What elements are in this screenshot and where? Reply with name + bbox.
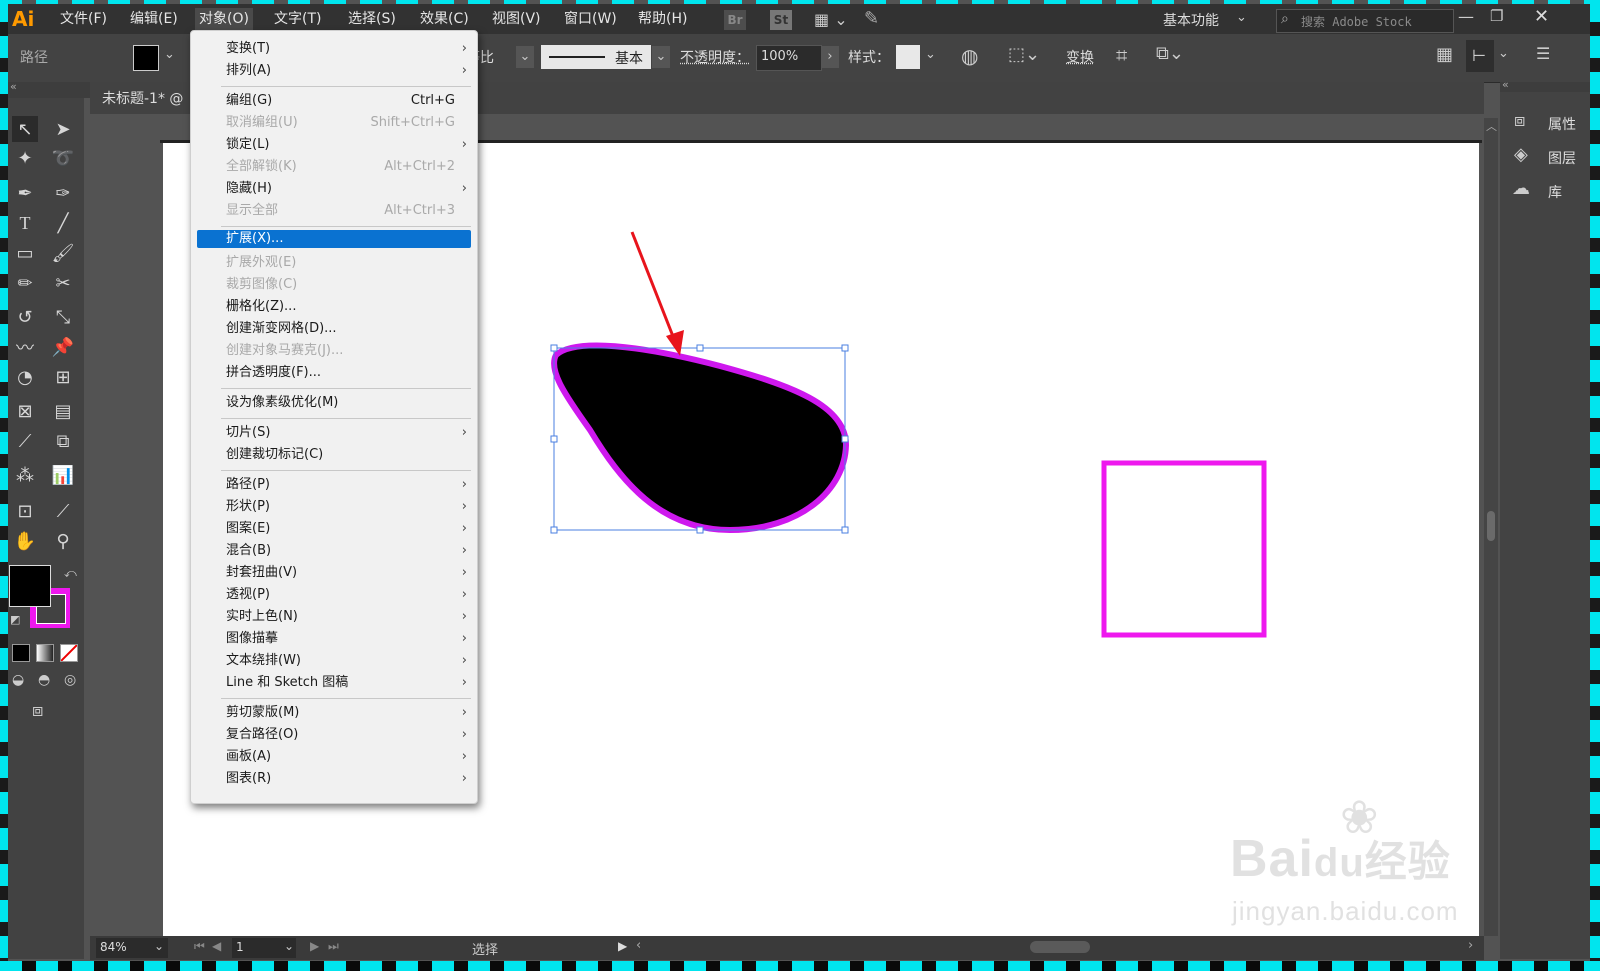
menu-item-text-wrap[interactable]: 文本绕排(W) › (191, 650, 477, 672)
libraries-icon: ☁ (1512, 178, 1530, 199)
menu-item-live-paint[interactable]: 实时上色(N) › (191, 606, 477, 628)
watermark-brand: Bai (1230, 830, 1314, 888)
status-menu-icon[interactable]: ▶ (618, 939, 627, 953)
menu-item-perspective[interactable]: 透视(P) › (191, 584, 477, 606)
panel-libraries[interactable]: ☁ 库 (1500, 178, 1590, 204)
selection-handle[interactable] (550, 526, 558, 534)
menu-item-trim-marks[interactable]: 创建裁切标记(C) (191, 444, 477, 466)
properties-icon: ⧈ (1514, 110, 1526, 131)
menu-item-path[interactable]: 路径(P) › (191, 474, 477, 496)
object-menu: 变换(T) › 排列(A) › 编组(G) Ctrl+G 取消编组(U) Shift+C… (190, 30, 478, 804)
menu-item-flatten-transparency[interactable]: 拼合透明度(F)... (191, 362, 477, 384)
menu-item-clipping-mask[interactable]: 剪切蒙版(M) › (191, 702, 477, 724)
menu-separator (221, 86, 471, 87)
menu-item-pattern[interactable]: 图案(E) › (191, 518, 477, 540)
watermark-cn: 经验 (1364, 838, 1451, 885)
menu-separator (221, 226, 471, 227)
panel-libraries-label: 库 (1548, 185, 1562, 201)
selection-handle[interactable] (550, 344, 558, 352)
frame-bottom (0, 961, 1600, 971)
menu-item-crop-image: 裁剪图像(C) (226, 277, 298, 292)
artboard-number: 1 (236, 940, 244, 954)
menu-item-transform[interactable]: 变换(T) › (191, 38, 477, 60)
scroll-up-icon[interactable]: ︿ (1486, 118, 1497, 134)
menu-item-artboards[interactable]: 画板(A) › (191, 746, 477, 768)
selection-handle[interactable] (550, 435, 558, 443)
panel-layers[interactable]: ◈ 图层 (1500, 144, 1590, 170)
scroll-left-icon[interactable]: ‹ (636, 938, 641, 953)
prev-artboard-icon[interactable]: ◀ (212, 939, 221, 953)
menu-item-image-trace[interactable]: 图像描摹 › (191, 628, 477, 650)
menu-item-unlock-all: 全部解锁(K) Alt+Ctrl+2 (226, 159, 455, 174)
frame-top (0, 0, 1600, 4)
black-blob-shape[interactable] (551, 342, 850, 534)
magenta-square-shape[interactable] (1101, 460, 1267, 638)
menu-item-pixel-perfect[interactable]: 设为像素级优化(M) (191, 392, 477, 414)
vertical-scrollbar[interactable]: ︿ (1484, 118, 1498, 936)
expand-panels-icon[interactable]: « (1502, 78, 1509, 91)
selection-handle[interactable] (696, 344, 704, 352)
current-tool-label: 选择 (472, 943, 499, 958)
right-panel: ⧈ 属性 ◈ 图层 ☁ 库 (1500, 92, 1590, 959)
menu-item-expand-appearance: 扩展外观(E) (226, 255, 297, 270)
menu-item-slice[interactable]: 切片(S) › (191, 422, 477, 444)
selection-handle[interactable] (841, 526, 849, 534)
watermark-brand-du: du (1313, 841, 1365, 885)
layers-icon: ◈ (1514, 144, 1528, 165)
menu-item-gradient-mesh[interactable]: 创建渐变网格(D)... (191, 318, 477, 340)
last-artboard-icon[interactable]: ⏭ (328, 939, 339, 954)
status-bar: 84% ⌄ ⏮ ◀ 1 ⌄ ▶ ⏭ 选择 ▶ ‹ › (90, 936, 1484, 960)
artboard-field[interactable]: 1 ⌄ (232, 938, 296, 958)
menu-separator (221, 698, 471, 699)
watermark-paw-icon: ❀ (1340, 791, 1379, 843)
selection-handle[interactable] (696, 526, 704, 534)
menu-item-line-sketch[interactable]: Line 和 Sketch 图稿 › (191, 672, 477, 694)
zoom-value: 84% (100, 940, 127, 954)
menu-item-hide[interactable]: 隐藏(H) › (191, 178, 477, 200)
selection-handle[interactable] (841, 435, 849, 443)
right-panel-header: « (1500, 78, 1590, 92)
panel-properties-label: 属性 (1548, 117, 1576, 133)
panel-properties[interactable]: ⧈ 属性 (1500, 110, 1590, 136)
menu-item-ungroup: 取消编组(U) Shift+Ctrl+G (226, 115, 455, 130)
scroll-thumb[interactable] (1487, 511, 1495, 541)
panel-layers-label: 图层 (1548, 151, 1576, 167)
menu-item-expand[interactable]: 扩展(X)... (197, 230, 471, 248)
scroll-right-icon[interactable]: › (1468, 938, 1473, 953)
annotation-arrow-down (630, 231, 684, 356)
menu-item-lock[interactable]: 锁定(L) › (191, 134, 477, 156)
watermark-url: jingyan.baidu.com (1232, 896, 1459, 926)
menu-separator (221, 418, 471, 419)
chevron-down-icon: ⌄ (284, 939, 295, 953)
menu-item-compound-path[interactable]: 复合路径(O) › (191, 724, 477, 746)
menu-separator (221, 470, 471, 471)
menu-item-blend[interactable]: 混合(B) › (191, 540, 477, 562)
horizontal-scroll-thumb[interactable] (1030, 941, 1090, 953)
menu-item-envelope-distort[interactable]: 封套扭曲(V) › (191, 562, 477, 584)
chevron-down-icon: ⌄ (154, 939, 165, 953)
menu-item-arrange[interactable]: 排列(A) › (191, 60, 477, 82)
menu-item-object-mosaic: 创建对象马赛克(J)... (226, 343, 344, 358)
next-artboard-icon[interactable]: ▶ (310, 939, 319, 953)
zoom-field[interactable]: 84% ⌄ (96, 938, 168, 958)
menu-item-graph[interactable]: 图表(R) › (191, 768, 477, 790)
menu-item-shape[interactable]: 形状(P) › (191, 496, 477, 518)
menu-item-rasterize[interactable]: 栅格化(Z)... (191, 296, 477, 318)
menu-separator (221, 388, 471, 389)
first-artboard-icon[interactable]: ⏮ (194, 939, 205, 954)
menu-item-show-all: 显示全部 Alt+Ctrl+3 (226, 203, 455, 218)
menu-item-group[interactable]: 编组(G) Ctrl+G (191, 90, 477, 112)
selection-handle[interactable] (841, 344, 849, 352)
